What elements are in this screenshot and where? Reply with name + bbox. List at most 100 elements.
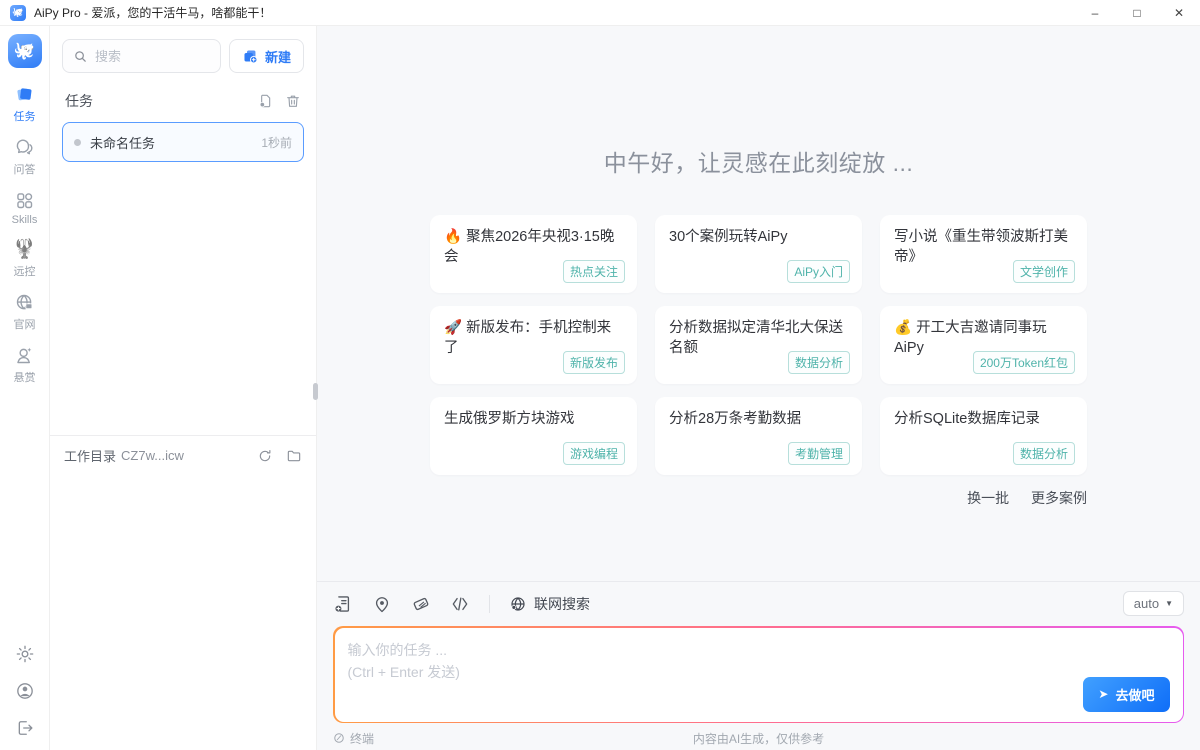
web-search-toggle[interactable]: 联网搜索: [509, 594, 590, 614]
go-button[interactable]: ➤ 去做吧: [1083, 677, 1169, 712]
open-folder-icon[interactable]: [286, 448, 302, 464]
example-card-grid: 🔥 聚焦2026年央视3·15晚会 热点关注 30个案例玩转AiPy AiPy入…: [430, 215, 1087, 475]
tasks-icon: [14, 84, 35, 105]
chevron-down-icon: ▼: [1165, 599, 1173, 608]
card-title: 分析28万条考勤数据: [669, 410, 848, 430]
window-title: AiPy Pro - 爱派，您的干活牛马，啥都能干！: [34, 4, 271, 21]
rail-item-label: 官网: [14, 316, 36, 332]
workdir-bar: 工作目录 CZ7w...icw: [50, 435, 316, 475]
card-tag: 文学创作: [1013, 260, 1075, 283]
task-section-header: 任务: [50, 83, 316, 115]
workdir-value: CZ7w...icw: [121, 448, 184, 463]
web-search-label: 联网搜索: [534, 594, 590, 614]
card-tag: 新版发布: [563, 351, 625, 374]
logout-icon[interactable]: [15, 718, 35, 738]
mode-select-value: auto: [1134, 596, 1159, 611]
delete-tasks-icon[interactable]: [285, 93, 301, 109]
workdir-label: 工作目录: [64, 446, 116, 465]
rail-item-skills[interactable]: Skills: [12, 190, 38, 226]
rail-item-remote[interactable]: 🦞 远控: [13, 239, 37, 279]
example-card[interactable]: 写小说《重生带领波斯打美帝》 文学创作: [880, 215, 1087, 293]
skills-icon: [14, 190, 35, 211]
example-card[interactable]: 分析28万条考勤数据 考勤管理: [655, 397, 862, 475]
composer-toolbar: 联网搜索 auto ▼: [317, 582, 1200, 624]
toolbar-separator: [489, 595, 490, 613]
rail-item-label: 任务: [14, 108, 36, 124]
go-button-label: 去做吧: [1115, 685, 1154, 704]
app-logo-icon: 🐙: [10, 5, 26, 21]
card-tag: 考勤管理: [788, 442, 850, 465]
composer-box: ➤ 去做吧: [335, 628, 1183, 722]
task-section-title: 任务: [65, 91, 93, 111]
new-task-icon: [242, 48, 259, 65]
card-title: 生成俄罗斯方块游戏: [444, 410, 623, 430]
rail-item-tasks[interactable]: 任务: [14, 84, 36, 124]
example-card[interactable]: 分析SQLite数据库记录 数据分析: [880, 397, 1087, 475]
terminal-label: 终端: [350, 730, 374, 747]
task-timestamp: 1秒前: [261, 134, 292, 151]
greeting-text: 中午好，让灵感在此刻绽放 ...: [317, 144, 1200, 178]
example-card[interactable]: 🔥 聚焦2026年央视3·15晚会 热点关注: [430, 215, 637, 293]
more-examples-link[interactable]: 更多案例: [1031, 490, 1087, 506]
ai-disclaimer: 内容由AI生成，仅供参考: [693, 730, 824, 747]
terminal-toggle[interactable]: 终端: [333, 730, 374, 747]
example-card[interactable]: 分析数据拟定清华北大保送名额 数据分析: [655, 306, 862, 384]
card-title: 分析SQLite数据库记录: [894, 410, 1073, 430]
task-input[interactable]: [348, 639, 923, 711]
rail-item-qa[interactable]: 问答: [14, 137, 36, 177]
terminal-icon: [333, 732, 345, 744]
search-box[interactable]: [62, 39, 221, 73]
task-list-area: 新建 任务: [50, 26, 316, 435]
card-tag: 热点关注: [563, 260, 625, 283]
panel-resize-handle[interactable]: [313, 383, 318, 400]
task-list-item[interactable]: 未命名任务 1秒前: [62, 122, 304, 162]
titlebar: 🐙 AiPy Pro - 爱派，您的干活牛马，啥都能干！ – □ ✕: [0, 0, 1200, 26]
card-links-row: 换一批 更多案例: [430, 488, 1087, 508]
search-input[interactable]: [95, 49, 210, 64]
rail-item-label: 远控: [13, 263, 35, 279]
example-card[interactable]: 生成俄罗斯方块游戏 游戏编程: [430, 397, 637, 475]
rail-item-label: Skills: [12, 214, 38, 226]
rail-item-website[interactable]: 官网: [14, 292, 36, 332]
new-task-button[interactable]: 新建: [229, 39, 304, 73]
export-tasks-icon[interactable]: [257, 93, 273, 109]
main-area: 中午好，让灵感在此刻绽放 ... 🔥 聚焦2026年央视3·15晚会 热点关注 …: [317, 26, 1200, 750]
qa-icon: [14, 137, 35, 158]
task-name: 未命名任务: [90, 133, 155, 152]
minimize-button[interactable]: –: [1074, 0, 1116, 25]
example-card[interactable]: 🚀 新版发布：手机控制来了 新版发布: [430, 306, 637, 384]
card-tag: AiPy入门: [787, 260, 850, 283]
settings-gear-icon[interactable]: [15, 644, 35, 664]
card-tag: 数据分析: [1013, 442, 1075, 465]
example-card[interactable]: 💰 开工大吉邀请同事玩AiPy 200万Token红包: [880, 306, 1087, 384]
composer-zone: 联网搜索 auto ▼ ➤ 去做吧: [317, 581, 1200, 750]
icon-rail: 🐙 任务 问答: [0, 26, 50, 750]
remote-control-icon: 🦞: [13, 239, 37, 260]
code-icon[interactable]: [450, 594, 470, 614]
bounty-icon: [14, 345, 35, 366]
card-tag: 数据分析: [788, 351, 850, 374]
rail-bottom: [15, 644, 35, 738]
send-icon: ➤: [1098, 687, 1108, 701]
example-card[interactable]: 30个案例玩转AiPy AiPy入门: [655, 215, 862, 293]
location-pin-icon[interactable]: [372, 594, 392, 614]
new-task-label: 新建: [265, 47, 291, 66]
tag-attachment-icon[interactable]: [411, 594, 431, 614]
mode-select-dropdown[interactable]: auto ▼: [1123, 591, 1184, 616]
aipy-logo[interactable]: 🐙: [8, 34, 42, 68]
rail-item-label: 悬赏: [14, 369, 36, 385]
add-script-icon[interactable]: [333, 594, 353, 614]
close-button[interactable]: ✕: [1158, 0, 1200, 25]
composer-gradient-border: ➤ 去做吧: [333, 626, 1184, 723]
rail-item-label: 问答: [14, 161, 36, 177]
window-controls: – □ ✕: [1074, 0, 1200, 25]
card-title: 30个案例玩转AiPy: [669, 228, 848, 248]
maximize-button[interactable]: □: [1116, 0, 1158, 25]
rail-item-bounty[interactable]: 悬赏: [14, 345, 36, 385]
card-tag: 游戏编程: [563, 442, 625, 465]
refresh-workdir-icon[interactable]: [257, 448, 273, 464]
account-icon[interactable]: [15, 681, 35, 701]
shuffle-examples-link[interactable]: 换一批: [967, 490, 1009, 506]
task-panel: 新建 任务: [50, 26, 317, 750]
globe-icon: [509, 595, 527, 613]
